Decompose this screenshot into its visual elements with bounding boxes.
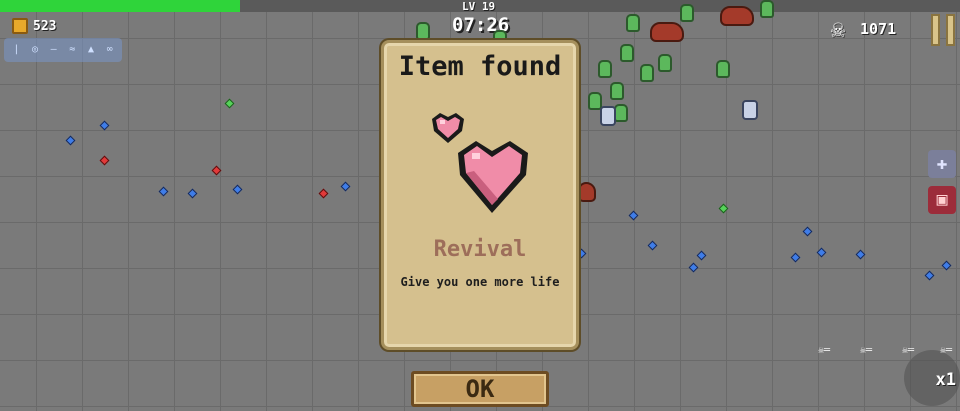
xp-gem <box>224 98 235 109</box>
goblin-enemy <box>680 4 694 22</box>
boar-enemy <box>720 6 754 26</box>
xp-gem <box>924 270 935 281</box>
xp-gem <box>790 252 801 263</box>
dialog-title: Item found <box>398 51 562 82</box>
bones-pile: ☠═ <box>818 345 831 356</box>
goblin-enemy <box>760 0 774 18</box>
item-description: Give you one more life <box>400 275 560 289</box>
goblin-enemy <box>626 14 640 32</box>
shop-button[interactable]: ✚ <box>928 150 956 178</box>
xp-gem <box>802 226 813 237</box>
game-speed-button[interactable]: x1 <box>904 350 960 406</box>
xp-gem <box>647 240 658 251</box>
xp-gem <box>318 188 329 199</box>
xp-gem <box>688 262 699 273</box>
pause-bar <box>931 14 940 46</box>
bones-pile: ☠═ <box>860 345 873 356</box>
xp-gem <box>628 210 639 221</box>
xp-gem <box>718 203 729 214</box>
skull-crossbones-icon: ☠ <box>830 15 846 43</box>
bones-pile: ☠═ <box>940 345 953 356</box>
goblin-enemy <box>614 104 628 122</box>
xp-gem <box>158 186 169 197</box>
chain-icon: ≈ <box>69 44 76 55</box>
boar-enemy <box>650 22 684 42</box>
xp-gem <box>232 184 243 195</box>
ring-icon: ◎ <box>31 44 38 55</box>
ok-button[interactable]: OK <box>411 371 549 407</box>
level-label: LV 19 <box>462 0 496 13</box>
goblin-enemy <box>598 60 612 78</box>
kill-counter: ☠ 1071 <box>824 16 896 42</box>
xp-gem <box>855 249 866 260</box>
bones-pile: ☠═ <box>902 345 915 356</box>
xp-gem <box>187 188 198 199</box>
xp-gem <box>99 155 110 166</box>
kill-count: 1071 <box>860 20 897 38</box>
xp-gem <box>65 135 76 146</box>
item-found-dialog: Item found Revival Give you one more lif… <box>381 40 579 350</box>
hearts-icon <box>432 113 528 213</box>
goblin-enemy <box>658 54 672 72</box>
goblin-enemy <box>620 44 634 62</box>
item-name: Revival <box>433 237 527 262</box>
potion-icon: ▲ <box>87 44 94 55</box>
pause-bar <box>946 14 955 46</box>
bones-icon: ∞ <box>106 44 113 55</box>
pause-button[interactable] <box>930 14 956 46</box>
small-heart <box>432 113 464 143</box>
xp-gem <box>211 165 222 176</box>
boar-enemy <box>578 182 596 202</box>
coin-count: 523 <box>33 18 57 34</box>
goblin-enemy <box>610 82 624 100</box>
xp-gem <box>99 120 110 131</box>
spear-icon: — <box>50 44 57 55</box>
xp-gem <box>816 247 827 258</box>
xp-gem <box>340 181 351 192</box>
knight-enemy <box>742 100 758 120</box>
goblin-enemy <box>416 22 430 40</box>
sword-icon: | <box>13 44 20 55</box>
large-heart <box>458 141 528 213</box>
weapon-slots: | ◎ — ≈ ▲ ∞ <box>4 38 122 62</box>
goblin-enemy <box>640 64 654 82</box>
backpack-button[interactable]: ▣ <box>928 186 956 214</box>
coin-icon <box>12 18 28 34</box>
coin-counter: 523 <box>12 18 56 34</box>
xp-bar-fill <box>0 0 240 12</box>
xp-gem <box>696 250 707 261</box>
xp-gem <box>941 260 952 271</box>
knight-enemy <box>600 106 616 126</box>
goblin-enemy <box>716 60 730 78</box>
